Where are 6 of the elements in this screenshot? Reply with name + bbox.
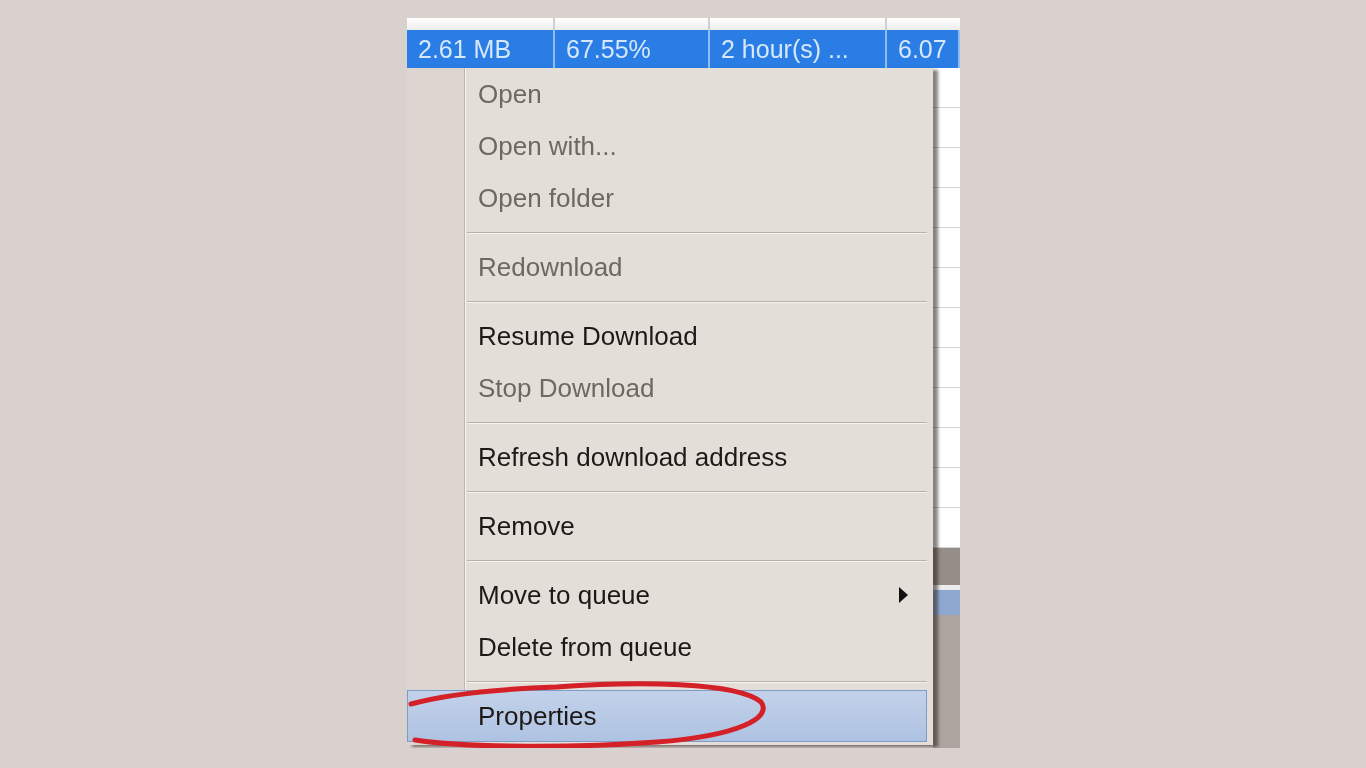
menu-item[interactable]: Resume Download <box>407 310 927 362</box>
menu-item[interactable]: Properties <box>407 690 927 742</box>
menu-item[interactable]: Delete from queue <box>407 621 927 673</box>
menu-item[interactable]: Refresh download address <box>407 431 927 483</box>
menu-item[interactable]: Move to queue <box>407 569 927 621</box>
menu-item[interactable]: Remove <box>407 500 927 552</box>
